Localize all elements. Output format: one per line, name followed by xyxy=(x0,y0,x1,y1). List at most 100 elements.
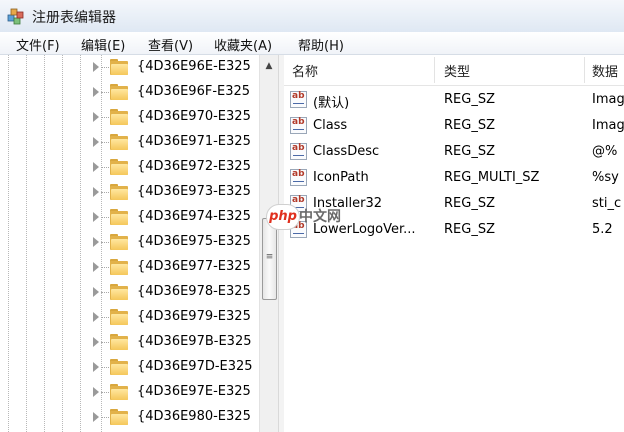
column-header-name[interactable]: 名称 xyxy=(292,61,318,80)
tree-node[interactable]: {4D36E971-E325 xyxy=(0,130,259,155)
expand-arrow-icon[interactable] xyxy=(93,337,99,347)
expand-arrow-icon[interactable] xyxy=(93,362,99,372)
tree-node[interactable]: {4D36E97D-E325 xyxy=(0,355,259,380)
string-value-icon: ab xyxy=(290,117,307,134)
expand-arrow-icon[interactable] xyxy=(93,112,99,122)
tree-node[interactable]: {4D36E97B-E325 xyxy=(0,330,259,355)
value-data: %sy xyxy=(592,170,619,185)
folder-icon xyxy=(110,259,129,275)
tree-node[interactable]: {4D36E978-E325 xyxy=(0,280,259,305)
registry-editor-icon xyxy=(7,8,24,25)
tree-scrollbar[interactable]: ▲ ≡ xyxy=(259,55,278,432)
expand-arrow-icon[interactable] xyxy=(93,187,99,197)
tree-connector xyxy=(101,317,109,318)
tree-connector xyxy=(101,392,109,393)
tree-node-label: {4D36E96E-E325 xyxy=(137,59,251,74)
registry-key-tree[interactable]: {4D36E96E-E325 {4D36E96F-E325 {4D36E970-E3… xyxy=(0,55,259,432)
string-value-icon: ab xyxy=(290,91,307,108)
column-header-data[interactable]: 数据 xyxy=(592,61,618,80)
folder-icon xyxy=(110,209,129,225)
title-bar: 注册表编辑器 xyxy=(0,0,624,33)
tree-node-label: {4D36E979-E325 xyxy=(137,309,251,324)
value-data: 5.2 xyxy=(592,222,613,237)
scrollbar-thumb[interactable]: ≡ xyxy=(262,218,277,300)
menu-favorites[interactable]: 收藏夹(A) xyxy=(214,35,272,54)
registry-value-row[interactable]: ab (默认) REG_SZ Imag xyxy=(284,88,624,114)
tree-node-label: {4D36E975-E325 xyxy=(137,234,251,249)
value-data: sti_c xyxy=(592,196,622,211)
watermark-text: 中文网 xyxy=(299,209,341,225)
column-divider[interactable] xyxy=(434,57,435,83)
folder-icon xyxy=(110,109,129,125)
folder-icon xyxy=(110,134,129,150)
tree-connector xyxy=(101,267,109,268)
value-type: REG_SZ xyxy=(444,92,495,107)
tree-node-label: {4D36E972-E325 xyxy=(137,159,251,174)
folder-icon xyxy=(110,59,129,75)
registry-value-row[interactable]: ab IconPath REG_MULTI_SZ %sy xyxy=(284,166,624,192)
tree-node[interactable]: {4D36E970-E325 xyxy=(0,105,259,130)
value-type: REG_SZ xyxy=(444,222,495,237)
tree-node-label: {4D36E97E-E325 xyxy=(137,384,251,399)
menu-bar: 文件(F) 编辑(E) 查看(V) 收藏夹(A) 帮助(H) xyxy=(0,32,624,55)
tree-node[interactable]: {4D36E974-E325 xyxy=(0,205,259,230)
expand-arrow-icon[interactable] xyxy=(93,287,99,297)
tree-node[interactable]: {4D36E980-E325 xyxy=(0,405,259,430)
folder-icon xyxy=(110,309,129,325)
expand-arrow-icon[interactable] xyxy=(93,212,99,222)
tree-node[interactable]: {4D36E975-E325 xyxy=(0,230,259,255)
registry-value-row[interactable]: ab ClassDesc REG_SZ @% xyxy=(284,140,624,166)
menu-edit[interactable]: 编辑(E) xyxy=(81,35,125,54)
value-type: REG_SZ xyxy=(444,118,495,133)
expand-arrow-icon[interactable] xyxy=(93,137,99,147)
expand-arrow-icon[interactable] xyxy=(93,262,99,272)
menu-file[interactable]: 文件(F) xyxy=(16,35,60,54)
tree-node[interactable]: {4D36E97E-E325 xyxy=(0,380,259,405)
expand-arrow-icon[interactable] xyxy=(93,62,99,72)
tree-connector xyxy=(101,167,109,168)
column-header-type[interactable]: 类型 xyxy=(444,61,470,80)
tree-node-label: {4D36E97D-E325 xyxy=(137,359,253,374)
folder-icon xyxy=(110,334,129,350)
expand-arrow-icon[interactable] xyxy=(93,87,99,97)
value-type: REG_SZ xyxy=(444,144,495,159)
expand-arrow-icon[interactable] xyxy=(93,237,99,247)
tree-connector xyxy=(101,217,109,218)
string-value-icon: ab xyxy=(290,143,307,160)
tree-connector xyxy=(101,417,109,418)
expand-arrow-icon[interactable] xyxy=(93,412,99,422)
tree-node-label: {4D36E970-E325 xyxy=(137,109,251,124)
menu-help[interactable]: 帮助(H) xyxy=(298,35,344,54)
tree-node[interactable]: {4D36E96F-E325 xyxy=(0,80,259,105)
registry-values-list[interactable]: 名称 类型 数据 ab (默认) REG_SZ Imag ab Class REG_SZ Im… xyxy=(284,55,624,432)
php-logo: php xyxy=(266,204,300,230)
tree-node[interactable]: {4D36E96E-E325 xyxy=(0,55,259,80)
folder-icon xyxy=(110,409,129,425)
value-name: IconPath xyxy=(313,170,369,185)
tree-node[interactable]: {4D36E973-E325 xyxy=(0,180,259,205)
value-type: REG_MULTI_SZ xyxy=(444,170,540,185)
expand-arrow-icon[interactable] xyxy=(93,387,99,397)
menu-view[interactable]: 查看(V) xyxy=(148,35,193,54)
value-name: Class xyxy=(313,118,348,133)
tree-connector xyxy=(101,142,109,143)
tree-connector xyxy=(101,242,109,243)
scroll-up-arrow-icon[interactable]: ▲ xyxy=(262,59,276,73)
php-cn-watermark: php 中文网 xyxy=(266,204,341,230)
folder-icon xyxy=(110,234,129,250)
value-type: REG_SZ xyxy=(444,196,495,211)
tree-connector xyxy=(101,192,109,193)
tree-node-label: {4D36E973-E325 xyxy=(137,184,251,199)
tree-connector xyxy=(101,342,109,343)
expand-arrow-icon[interactable] xyxy=(93,162,99,172)
tree-node[interactable]: {4D36E972-E325 xyxy=(0,155,259,180)
tree-connector xyxy=(101,67,109,68)
folder-icon xyxy=(110,359,129,375)
column-divider[interactable] xyxy=(584,57,585,83)
tree-connector xyxy=(101,367,109,368)
registry-value-row[interactable]: ab Class REG_SZ Imag xyxy=(284,114,624,140)
tree-node[interactable]: {4D36E979-E325 xyxy=(0,305,259,330)
tree-connector xyxy=(101,292,109,293)
expand-arrow-icon[interactable] xyxy=(93,312,99,322)
tree-node[interactable]: {4D36E977-E325 xyxy=(0,255,259,280)
